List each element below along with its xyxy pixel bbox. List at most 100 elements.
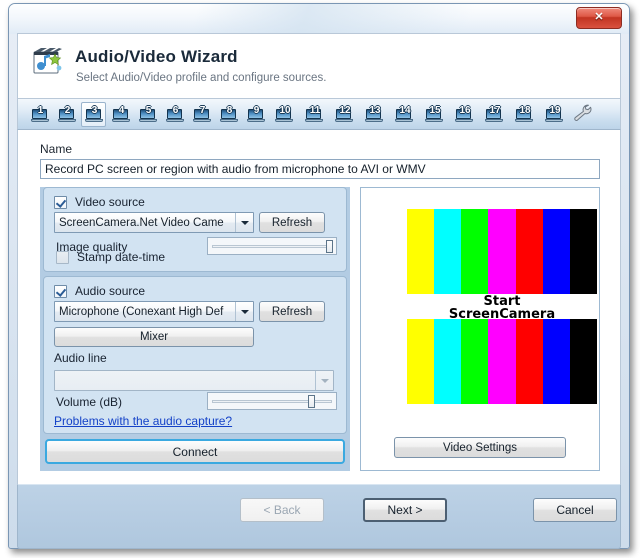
step-tab-number: 2	[55, 105, 80, 117]
video-settings-button[interactable]: Video Settings	[394, 437, 566, 458]
audio-source-group: Audio source Microphone (Conexant High D…	[43, 276, 347, 434]
profile-name-input[interactable]	[40, 159, 600, 179]
step-tab-number: 6	[163, 105, 188, 117]
color-bar	[516, 209, 543, 294]
step-tab-17[interactable]: 17	[480, 102, 508, 127]
back-button[interactable]: < Back	[240, 498, 324, 522]
step-tab-number: 7	[190, 105, 215, 117]
av-wizard-icon	[31, 46, 65, 80]
color-bars-top	[407, 209, 597, 294]
step-tab-8[interactable]: 8	[216, 102, 241, 127]
step-tab-number: 18	[511, 105, 539, 117]
step-tab-15[interactable]: 15	[420, 102, 448, 127]
checkbox-box	[54, 285, 67, 298]
audio-line-label: Audio line	[54, 351, 107, 365]
next-button[interactable]: Next >	[363, 498, 447, 522]
color-bar	[434, 319, 461, 404]
audio-device-select[interactable]: Microphone (Conexant High Def	[54, 301, 254, 322]
step-tab-number: 8	[217, 105, 242, 117]
title-bar: ✕	[9, 4, 629, 34]
audio-source-checkbox[interactable]: Audio source	[54, 284, 145, 298]
video-source-group: Video source ScreenCamera.Net Video Came…	[43, 187, 347, 272]
step-tab-number: 14	[391, 105, 419, 117]
step-tab-9[interactable]: 9	[243, 102, 268, 127]
wizard-footer: < Back Next > Cancel	[17, 484, 621, 549]
step-tab-number: 19	[541, 105, 569, 117]
step-tab-number: 11	[301, 105, 329, 117]
step-tab-7[interactable]: 7	[189, 102, 214, 127]
color-bar	[407, 209, 434, 294]
audio-source-label: Audio source	[75, 284, 145, 298]
slider-track	[212, 245, 332, 248]
color-bar	[543, 319, 570, 404]
audio-refresh-button[interactable]: Refresh	[259, 301, 325, 322]
step-tab-number: 4	[109, 105, 134, 117]
slider-thumb[interactable]	[308, 395, 315, 408]
step-tab-5[interactable]: 5	[135, 102, 160, 127]
video-device-select[interactable]: ScreenCamera.Net Video Came	[54, 212, 254, 233]
chevron-down-icon	[315, 371, 333, 390]
color-bar	[488, 209, 515, 294]
color-bar	[434, 209, 461, 294]
audio-device-value: Microphone (Conexant High Def	[55, 306, 235, 318]
step-tab-16[interactable]: 16	[450, 102, 478, 127]
name-label: Name	[40, 142, 72, 156]
video-source-label: Video source	[75, 195, 145, 209]
audio-line-select[interactable]	[54, 370, 334, 391]
volume-slider[interactable]	[207, 392, 337, 410]
step-tab-number: 13	[361, 105, 389, 117]
step-tab-number: 5	[136, 105, 161, 117]
cancel-button[interactable]: Cancel	[533, 498, 617, 522]
step-tab-number: 10	[271, 105, 299, 117]
wizard-header: Audio/Video Wizard Select Audio/Video pr…	[17, 33, 621, 99]
color-bar	[461, 319, 488, 404]
step-tab-13[interactable]: 13	[360, 102, 388, 127]
volume-label: Volume (dB)	[56, 395, 122, 409]
step-tab-14[interactable]: 14	[390, 102, 418, 127]
preview-overlay-text: Start ScreenCamera	[407, 295, 597, 321]
wizard-window: ✕ Audio/Video Wizard Select Au	[8, 3, 630, 549]
wizard-body: Name Video source ScreenCamera.Net Video…	[17, 130, 621, 484]
checkbox-box	[54, 196, 67, 209]
step-tab-3[interactable]: 3	[81, 102, 106, 127]
video-device-value: ScreenCamera.Net Video Came	[55, 217, 235, 229]
step-tabstrip: 12345678910111213141516171819	[17, 99, 621, 130]
step-tab-number: 15	[421, 105, 449, 117]
step-tab-19[interactable]: 19	[540, 102, 568, 127]
step-tab-1[interactable]: 1	[27, 102, 52, 127]
chevron-down-icon	[235, 213, 253, 232]
step-tab-number: 12	[331, 105, 359, 117]
stamp-datetime-label: Stamp date-time	[77, 250, 165, 264]
slider-thumb[interactable]	[326, 240, 333, 253]
step-tab-number: 3	[82, 105, 107, 117]
preview-panel: Start ScreenCamera Video Settings	[360, 187, 600, 471]
step-tab-10[interactable]: 10	[270, 102, 298, 127]
audio-capture-help-link[interactable]: Problems with the audio capture?	[54, 414, 232, 428]
stamp-datetime-checkbox[interactable]: Stamp date-time	[56, 250, 165, 264]
close-button[interactable]: ✕	[576, 7, 622, 29]
wrench-icon[interactable]	[573, 103, 597, 125]
connect-button[interactable]: Connect	[45, 439, 345, 464]
color-bar	[570, 319, 597, 404]
color-bar	[543, 209, 570, 294]
step-tab-18[interactable]: 18	[510, 102, 538, 127]
video-source-checkbox[interactable]: Video source	[54, 195, 145, 209]
sources-panel: Video source ScreenCamera.Net Video Came…	[40, 187, 350, 471]
color-bar	[461, 209, 488, 294]
video-refresh-button[interactable]: Refresh	[259, 212, 325, 233]
page-title: Audio/Video Wizard	[75, 47, 238, 67]
step-tab-2[interactable]: 2	[54, 102, 79, 127]
step-tab-6[interactable]: 6	[162, 102, 187, 127]
image-quality-slider[interactable]	[207, 237, 337, 255]
mixer-button[interactable]: Mixer	[54, 327, 254, 347]
desktop-background: ✕ Audio/Video Wizard Select Au	[0, 0, 640, 558]
step-tab-number: 17	[481, 105, 509, 117]
page-subtitle: Select Audio/Video profile and configure…	[76, 72, 326, 84]
step-tab-number: 1	[28, 105, 53, 117]
step-tab-12[interactable]: 12	[330, 102, 358, 127]
chevron-down-icon	[235, 302, 253, 321]
step-tab-4[interactable]: 4	[108, 102, 133, 127]
color-bar	[407, 319, 434, 404]
step-tab-11[interactable]: 11	[300, 102, 328, 127]
video-preview[interactable]: Start ScreenCamera	[361, 188, 599, 431]
